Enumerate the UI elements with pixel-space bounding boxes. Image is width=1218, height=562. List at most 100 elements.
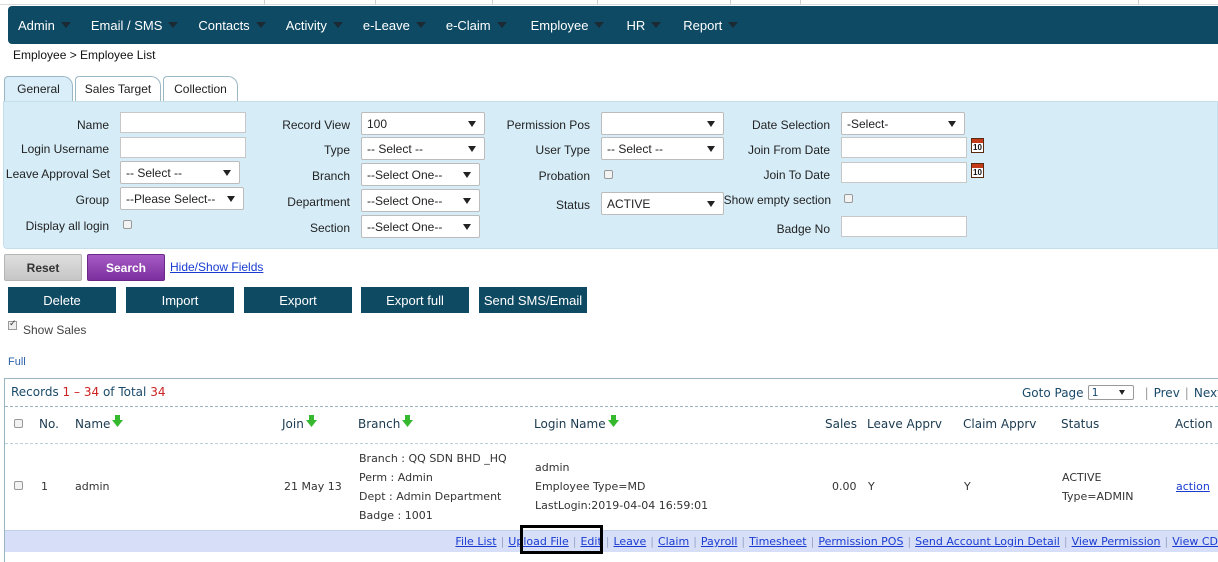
- row-sales: 0.00: [832, 480, 857, 493]
- records-header: Records 1 – 34 of Total 34 Goto Page 1 |…: [5, 379, 1218, 407]
- calendar-icon[interactable]: 10: [971, 138, 984, 153]
- records-from: 1: [62, 385, 71, 399]
- filter-panel: Name Login Username Leave Approval Set -…: [3, 101, 1218, 249]
- leave-approval-set-label: Leave Approval Set: [5, 167, 110, 181]
- branch-select[interactable]: --Select One--: [361, 163, 480, 186]
- chevron-down-icon: [332, 22, 343, 28]
- chevron-down-icon: [60, 22, 71, 28]
- row-name: admin: [75, 480, 110, 493]
- display-all-login-checkbox[interactable]: [123, 220, 132, 229]
- payroll-link[interactable]: Payroll: [701, 535, 738, 548]
- tab-collection[interactable]: Collection: [163, 76, 238, 101]
- header-login-name[interactable]: Login Name: [534, 415, 619, 431]
- select-value: --Select One--: [367, 219, 443, 234]
- probation-checkbox[interactable]: [604, 170, 613, 179]
- send-sms-email-button[interactable]: Send SMS/Email: [479, 287, 587, 313]
- badge-no-input[interactable]: [841, 216, 967, 237]
- date-selection-select[interactable]: -Select-: [841, 112, 965, 135]
- header-leave-apprv: Leave Apprv: [867, 417, 942, 431]
- export-button[interactable]: Export: [244, 287, 352, 313]
- group-select[interactable]: --Please Select--: [120, 187, 244, 210]
- chevron-down-icon: [255, 22, 266, 28]
- header-join[interactable]: Join: [282, 415, 317, 431]
- highlight-box: [520, 525, 603, 554]
- tab-sales-target[interactable]: Sales Target: [75, 76, 161, 101]
- login-username-input[interactable]: [120, 137, 246, 158]
- header-no: No.: [39, 417, 59, 431]
- row-login-name: admin: [535, 461, 570, 474]
- tab-general[interactable]: General: [4, 76, 73, 101]
- header-branch[interactable]: Branch: [358, 415, 414, 431]
- name-input[interactable]: [120, 112, 246, 133]
- row-actions-bar: File List | Upload File | Edit | Leave | Cla…: [5, 530, 1218, 552]
- reset-button[interactable]: Reset: [4, 254, 82, 281]
- row-branch: Branch : QQ SDN BHD _HQ: [359, 452, 507, 465]
- type-select[interactable]: -- Select --: [361, 137, 485, 160]
- row-leave-apprv: Y: [868, 480, 875, 493]
- send-account-login-detail-link[interactable]: Send Account Login Detail: [915, 535, 1060, 548]
- row-checkbox[interactable]: [14, 481, 23, 490]
- full-link[interactable]: Full: [8, 356, 26, 368]
- chevron-down-icon: [468, 121, 476, 127]
- calendar-icon[interactable]: 10: [971, 163, 984, 178]
- select-all-checkbox[interactable]: [14, 419, 23, 428]
- user-type-select[interactable]: -- Select --: [601, 137, 724, 160]
- show-empty-section-checkbox[interactable]: [844, 194, 853, 203]
- nav-employee[interactable]: Employee: [515, 6, 613, 44]
- prev-page-link[interactable]: Prev: [1154, 386, 1180, 400]
- chevron-down-icon: [707, 121, 715, 127]
- nav-label: Employee: [530, 17, 589, 33]
- nav-contacts[interactable]: Contacts: [186, 6, 273, 44]
- select-value: --Select One--: [367, 167, 443, 182]
- leave-link[interactable]: Leave: [613, 535, 646, 548]
- search-button[interactable]: Search: [87, 254, 165, 281]
- chevron-down-icon: [707, 146, 715, 152]
- nav-e-leave[interactable]: e-Leave: [351, 6, 434, 44]
- show-empty-section-label: Show empty section: [723, 193, 831, 207]
- show-sales-checkbox[interactable]: [8, 318, 17, 330]
- leave-approval-set-select[interactable]: -- Select --: [120, 161, 240, 184]
- nav-hr[interactable]: HR: [612, 6, 669, 44]
- probation-label: Probation: [538, 169, 590, 183]
- department-select[interactable]: --Select One--: [361, 189, 480, 212]
- nav-label: Report: [683, 17, 723, 33]
- next-page-link[interactable]: Next: [1194, 386, 1218, 400]
- nav-label: HR: [626, 17, 646, 33]
- import-button[interactable]: Import: [126, 287, 234, 313]
- permission-pos-select[interactable]: [601, 112, 724, 135]
- chevron-down-icon: [594, 22, 605, 28]
- show-sales-toggle[interactable]: Show Sales: [8, 318, 86, 337]
- timesheet-link[interactable]: Timesheet: [749, 535, 806, 548]
- export-full-button[interactable]: Export full: [361, 287, 469, 313]
- section-select[interactable]: --Select One--: [361, 215, 480, 238]
- view-cd-link[interactable]: View CD: [1172, 535, 1218, 548]
- nav-activity[interactable]: Activity: [274, 6, 351, 44]
- view-permission-link[interactable]: View Permission: [1072, 535, 1161, 548]
- nav-label: Contacts: [198, 17, 250, 33]
- claim-link[interactable]: Claim: [658, 535, 689, 548]
- header-name[interactable]: Name: [75, 415, 124, 431]
- nav-email-sms[interactable]: Email / SMS: [79, 6, 187, 44]
- select-value: -- Select --: [367, 141, 424, 156]
- nav-admin[interactable]: Admin: [8, 6, 79, 44]
- delete-button[interactable]: Delete: [8, 287, 116, 313]
- row-claim-apprv: Y: [964, 480, 971, 493]
- row-perm: Perm : Admin: [359, 471, 433, 484]
- status-select[interactable]: ACTIVE: [601, 192, 724, 215]
- select-value: ACTIVE: [607, 196, 651, 211]
- hide-show-fields-link[interactable]: Hide/Show Fields: [170, 260, 263, 274]
- nav-report[interactable]: Report: [669, 6, 746, 44]
- join-from-date-input[interactable]: [841, 137, 967, 158]
- row-action-link[interactable]: action: [1176, 480, 1210, 493]
- status-label: Status: [555, 198, 590, 212]
- record-view-select[interactable]: 100: [361, 112, 485, 135]
- goto-page-select[interactable]: 1: [1087, 385, 1134, 400]
- join-to-date-input[interactable]: [841, 162, 967, 183]
- join-to-date-label: Join To Date: [763, 168, 831, 182]
- sort-down-icon: [402, 415, 414, 427]
- permission-pos-link[interactable]: Permission POS: [818, 535, 903, 548]
- records-label: Records: [11, 385, 59, 399]
- nav-e-claim[interactable]: e-Claim: [434, 6, 515, 44]
- file-list-link[interactable]: File List: [455, 535, 496, 548]
- chevron-down-icon: [948, 121, 956, 127]
